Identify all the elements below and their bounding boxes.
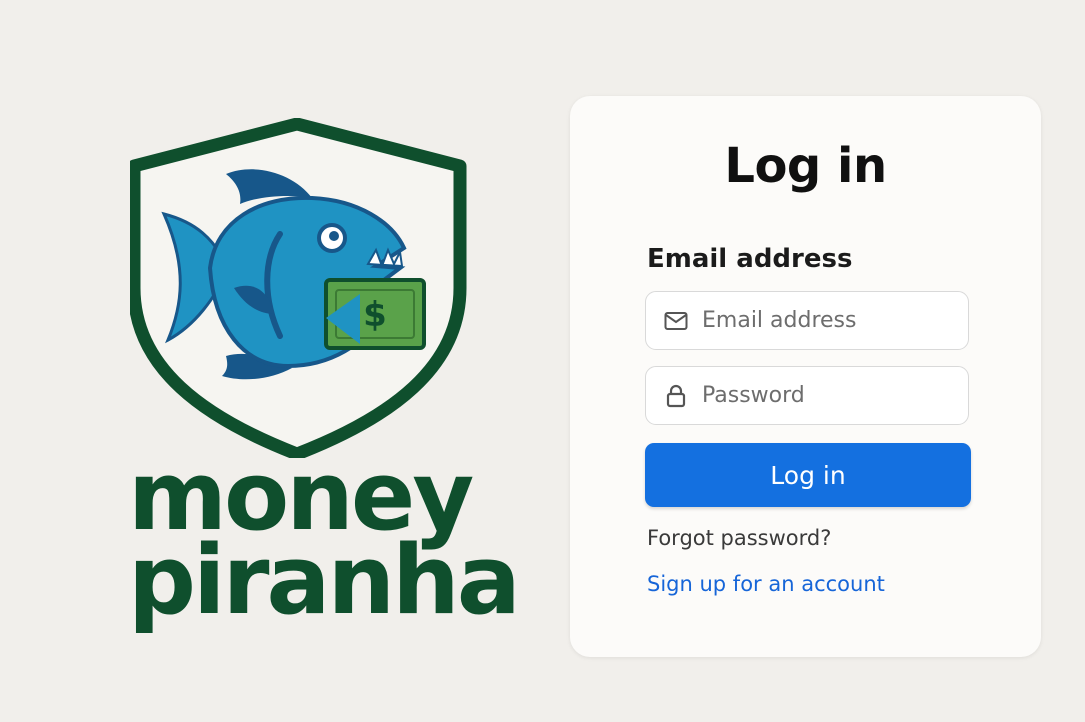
login-card: Log in Email address Log in Forgot passw… [570,96,1041,657]
password-input[interactable] [702,383,952,408]
password-field[interactable] [645,366,969,425]
piranha-shield-logo-icon: $ [130,118,467,458]
envelope-icon [664,309,688,333]
email-input[interactable] [702,308,952,333]
login-button[interactable]: Log in [645,443,971,507]
sign-up-link[interactable]: Sign up for an account [647,572,885,596]
svg-text:$: $ [363,295,387,335]
email-field[interactable] [645,291,969,350]
email-label: Email address [647,244,853,274]
brand-wordmark: money piranha [128,450,521,636]
brand-name-line2: piranha [128,526,521,636]
lock-icon [664,384,688,408]
login-title: Log in [724,138,887,194]
forgot-password-link[interactable]: Forgot password? [647,526,831,550]
brand-area: $ money piranha [120,110,521,650]
